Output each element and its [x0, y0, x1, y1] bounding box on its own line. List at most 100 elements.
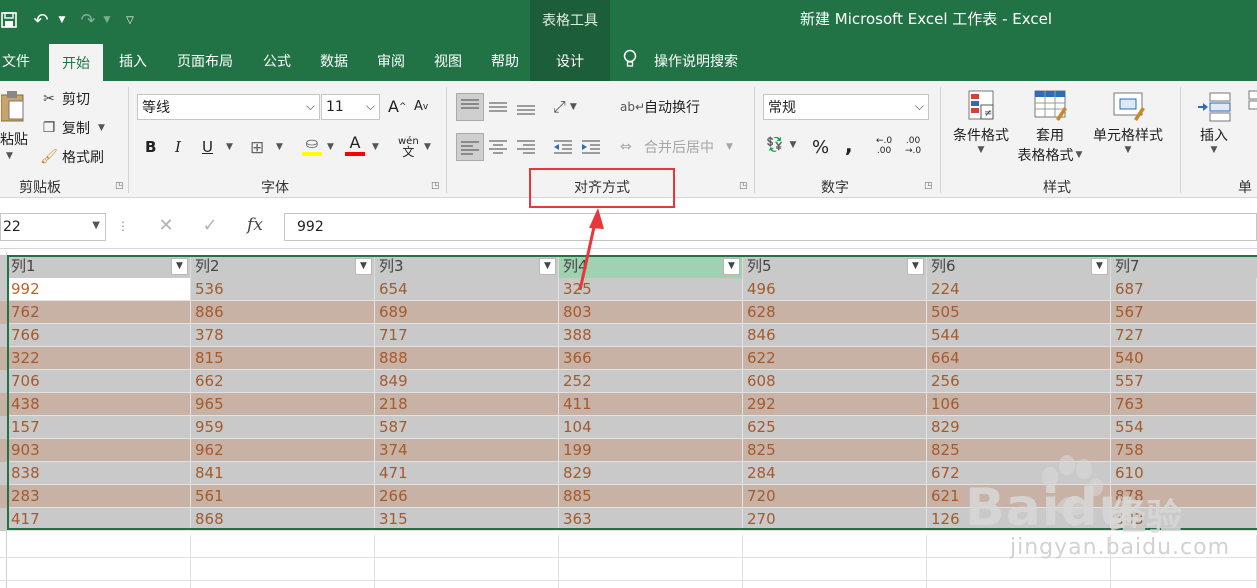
underline-dropdown-icon[interactable]: ▼: [226, 142, 233, 152]
grow-font-button[interactable]: A ^: [388, 97, 407, 116]
align-right-button[interactable]: [513, 133, 541, 161]
tab-home[interactable]: 开始: [49, 44, 103, 81]
border-button[interactable]: ⊞: [250, 138, 264, 158]
empty-cell[interactable]: [375, 581, 559, 588]
font-color-dropdown-icon[interactable]: ▼: [372, 142, 379, 152]
table-cell[interactable]: 471: [375, 462, 559, 485]
redo-dropdown-icon[interactable]: ▼: [101, 8, 113, 32]
table-cell[interactable]: 608: [743, 370, 927, 393]
table-cell[interactable]: 284: [743, 462, 927, 485]
table-cell[interactable]: 218: [375, 393, 559, 416]
table-cell[interactable]: 388: [559, 324, 743, 347]
table-cell[interactable]: 505: [927, 301, 1111, 324]
table-cell[interactable]: 157: [7, 416, 191, 439]
empty-cell[interactable]: [7, 581, 191, 588]
table-cell[interactable]: 829: [927, 416, 1111, 439]
table-cell[interactable]: 888: [375, 347, 559, 370]
table-cell[interactable]: 378: [191, 324, 375, 347]
table-cell[interactable]: 322: [7, 347, 191, 370]
conditional-formatting-button[interactable]: ≠ 条件格式 ▼: [950, 89, 1012, 169]
header-cell[interactable]: 列2: [191, 255, 375, 278]
table-cell[interactable]: 720: [743, 485, 927, 508]
table-cell[interactable]: 622: [743, 347, 927, 370]
table-cell[interactable]: 687: [1111, 278, 1257, 301]
empty-cell[interactable]: [1111, 581, 1257, 588]
increase-decimal-button[interactable]: ←.0.00: [876, 136, 892, 156]
header-cell[interactable]: 列7: [1111, 255, 1257, 278]
table-cell[interactable]: 224: [927, 278, 1111, 301]
cell-styles-button[interactable]: 单元格样式 ▼: [1089, 89, 1167, 169]
align-top-button[interactable]: [456, 93, 484, 121]
table-cell[interactable]: 199: [559, 439, 743, 462]
number-launcher-icon[interactable]: ◳: [924, 181, 934, 191]
table-cell[interactable]: 417: [7, 508, 191, 531]
empty-cell[interactable]: [191, 535, 375, 558]
table-cell[interactable]: 587: [375, 416, 559, 439]
table-cell[interactable]: 815: [191, 347, 375, 370]
empty-cell[interactable]: [7, 558, 191, 581]
filter-dropdown-icon[interactable]: ▼: [723, 258, 740, 275]
header-cell[interactable]: 列1: [7, 255, 191, 278]
filter-dropdown-icon[interactable]: ▼: [355, 258, 372, 275]
table-cell[interactable]: 252: [559, 370, 743, 393]
table-cell[interactable]: 885: [559, 485, 743, 508]
save-icon[interactable]: [0, 8, 18, 32]
percent-button[interactable]: %: [812, 137, 829, 158]
table-cell[interactable]: 829: [559, 462, 743, 485]
table-cell[interactable]: 283: [7, 485, 191, 508]
empty-cell[interactable]: [743, 558, 927, 581]
fill-dropdown-icon[interactable]: ▼: [327, 142, 334, 152]
table-cell[interactable]: 561: [191, 485, 375, 508]
table-cell[interactable]: 803: [559, 301, 743, 324]
bold-button[interactable]: B: [145, 138, 156, 156]
align-left-button[interactable]: [456, 133, 484, 161]
table-cell[interactable]: 727: [1111, 324, 1257, 347]
table-cell[interactable]: 266: [375, 485, 559, 508]
tab-help[interactable]: 帮助: [480, 40, 530, 81]
empty-cell[interactable]: [191, 558, 375, 581]
table-cell[interactable]: 758: [1111, 439, 1257, 462]
empty-cell[interactable]: [559, 558, 743, 581]
cut-button[interactable]: ✂ 剪切: [38, 89, 90, 109]
table-cell[interactable]: 567: [1111, 301, 1257, 324]
table-cell[interactable]: 846: [743, 324, 927, 347]
tab-formulas[interactable]: 公式: [252, 40, 302, 81]
table-cell[interactable]: 849: [375, 370, 559, 393]
font-size-combo[interactable]: 11 ⌵: [321, 94, 380, 120]
table-cell[interactable]: 662: [191, 370, 375, 393]
font-name-combo[interactable]: 等线 ⌵: [137, 94, 320, 120]
clipboard-launcher-icon[interactable]: ◳: [115, 181, 125, 191]
undo-dropdown-icon[interactable]: ▼: [56, 8, 68, 32]
copy-dropdown-icon[interactable]: ▼: [98, 123, 105, 133]
table-cell[interactable]: 554: [1111, 416, 1257, 439]
table-cell[interactable]: 689: [375, 301, 559, 324]
accounting-format-button[interactable]: 💱 ▼: [766, 137, 796, 153]
confirm-entry-icon[interactable]: ✓: [196, 215, 224, 239]
empty-cell[interactable]: [7, 535, 191, 558]
align-middle-button[interactable]: [485, 93, 513, 121]
cancel-entry-icon[interactable]: ✕: [152, 215, 180, 239]
table-cell[interactable]: 540: [1111, 347, 1257, 370]
empty-cell[interactable]: [927, 581, 1111, 588]
table-cell[interactable]: 903: [7, 439, 191, 462]
table-cell[interactable]: 557: [1111, 370, 1257, 393]
empty-cell[interactable]: [559, 581, 743, 588]
copy-button[interactable]: ❐ 复制 ▼: [38, 118, 105, 138]
format-as-table-button[interactable]: 套用 表格格式 ▼: [1014, 89, 1086, 169]
header-cell[interactable]: 列3: [375, 255, 559, 278]
table-cell[interactable]: 965: [191, 393, 375, 416]
tab-view[interactable]: 视图: [423, 40, 473, 81]
empty-cell[interactable]: [375, 535, 559, 558]
filter-dropdown-icon[interactable]: ▼: [1091, 258, 1108, 275]
table-cell[interactable]: 825: [927, 439, 1111, 462]
phonetic-button[interactable]: wén 文: [398, 136, 419, 158]
header-cell-selected[interactable]: 列4: [559, 255, 743, 278]
underline-button[interactable]: U: [202, 138, 213, 156]
tab-data[interactable]: 数据: [309, 40, 359, 81]
comma-button[interactable]: ,: [845, 133, 853, 157]
paste-label[interactable]: 粘贴: [0, 129, 28, 149]
table-cell[interactable]: 959: [191, 416, 375, 439]
tell-me-search[interactable]: 操作说明搜索: [622, 40, 738, 81]
empty-cell[interactable]: [743, 535, 927, 558]
number-format-combo[interactable]: 常规 ⌵: [763, 94, 929, 120]
